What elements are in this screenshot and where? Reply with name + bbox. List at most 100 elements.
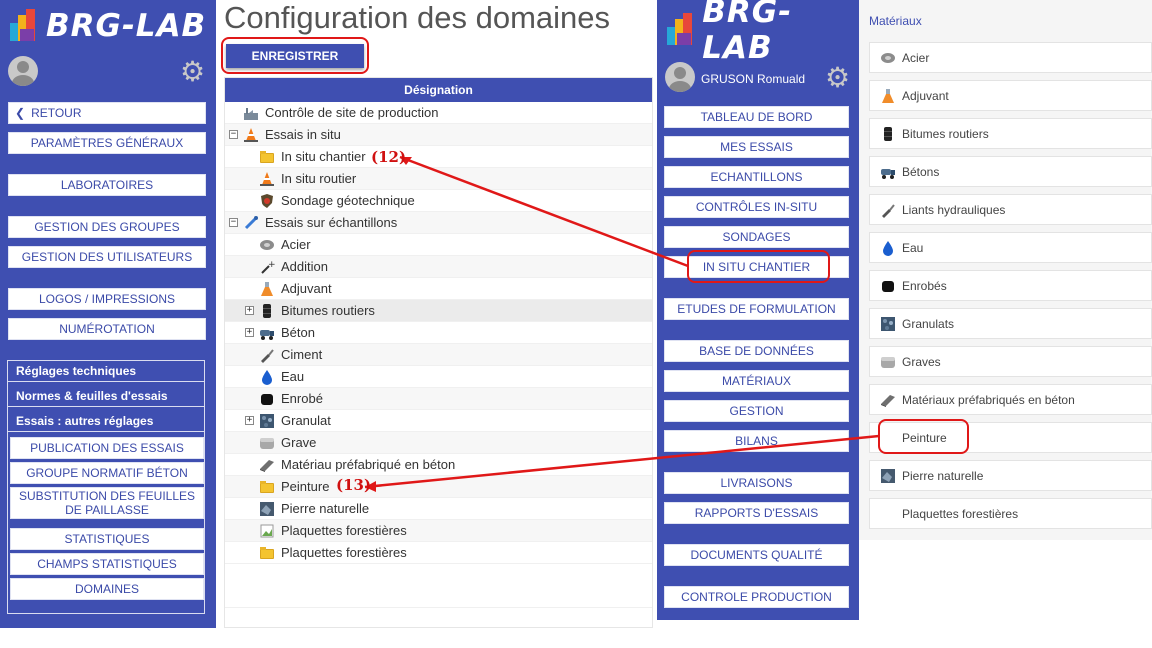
grid-row[interactable]: Plaquettes forestières xyxy=(225,520,652,542)
reports-button[interactable]: BILANS xyxy=(664,430,849,452)
stone-icon xyxy=(880,468,896,484)
grid-row-label: Contrôle de site de production xyxy=(265,105,439,120)
material-item[interactable]: Graves xyxy=(869,346,1152,377)
expand-icon[interactable]: + xyxy=(245,328,254,337)
material-item[interactable]: Granulats xyxy=(869,308,1152,339)
material-item[interactable]: Bitumes routiers xyxy=(869,118,1152,149)
expand-icon[interactable]: + xyxy=(245,416,254,425)
grid-row-label: Acier xyxy=(281,237,311,252)
grid-row-label: Plaquettes forestières xyxy=(281,545,407,560)
flask-icon xyxy=(259,281,275,297)
avatar[interactable] xyxy=(8,56,38,86)
trowel-icon xyxy=(880,202,896,218)
management-button[interactable]: GESTION xyxy=(664,400,849,422)
slab-icon xyxy=(259,457,275,473)
drop-icon xyxy=(259,369,275,385)
concrete-standard-group-button[interactable]: GROUPE NORMATIF BÉTON xyxy=(10,462,204,484)
stone-icon xyxy=(259,501,275,517)
dashboard-button[interactable]: TABLEAU DE BORD xyxy=(664,106,849,128)
annotation-label-13: (13) xyxy=(336,476,372,494)
grid-row[interactable]: In situ chantier xyxy=(225,146,652,168)
grid-row[interactable]: Eau xyxy=(225,366,652,388)
grid-row-label: Ciment xyxy=(281,347,323,362)
avatar-2[interactable] xyxy=(665,62,695,92)
grid-row[interactable]: − Essais in situ xyxy=(225,124,652,146)
formulation-studies-button[interactable]: ETUDES DE FORMULATION xyxy=(664,298,849,320)
material-item[interactable]: Enrobés xyxy=(869,270,1152,301)
other-settings-header[interactable]: Essais : autres réglages xyxy=(8,410,204,432)
users-management-button[interactable]: GESTION DES UTILISATEURS xyxy=(8,246,206,268)
insitu-controls-button[interactable]: CONTRÔLES IN-SITU xyxy=(664,196,849,218)
grid-row[interactable]: − Essais sur échantillons xyxy=(225,212,652,234)
column-header-designation[interactable]: Désignation xyxy=(225,78,652,102)
domains-grid: Désignation Contrôle de site de producti… xyxy=(224,77,653,628)
database-button[interactable]: BASE DE DONNÉES xyxy=(664,340,849,362)
material-item[interactable]: Bétons xyxy=(869,156,1152,187)
collapse-icon[interactable]: − xyxy=(229,218,238,227)
expand-icon[interactable]: + xyxy=(245,306,254,315)
gear-icon[interactable]: ⚙ xyxy=(180,58,205,86)
publication-button[interactable]: PUBLICATION DES ESSAIS xyxy=(10,437,204,459)
my-tests-button[interactable]: MES ESSAIS xyxy=(664,136,849,158)
grid-row[interactable]: In situ routier xyxy=(225,168,652,190)
grid-row[interactable]: Pierre naturelle xyxy=(225,498,652,520)
material-item[interactable]: Liants hydrauliques xyxy=(869,194,1152,225)
grid-empty-row xyxy=(225,564,652,608)
grid-row[interactable]: + Granulat xyxy=(225,410,652,432)
grid-row[interactable]: Grave xyxy=(225,432,652,454)
broken-image-icon xyxy=(259,523,275,539)
grid-row[interactable]: Plaquettes forestières xyxy=(225,542,652,564)
material-item[interactable]: Adjuvant xyxy=(869,80,1152,111)
quality-documents-button[interactable]: DOCUMENTS QUALITÉ xyxy=(664,544,849,566)
material-item[interactable]: Pierre naturelle xyxy=(869,460,1152,491)
grid-body: Contrôle de site de production − Essais in… xyxy=(225,102,652,608)
material-item[interactable]: Matériaux préfabriqués en béton xyxy=(869,384,1152,415)
grid-row-label: Béton xyxy=(281,325,315,340)
groups-management-button[interactable]: GESTION DES GROUPES xyxy=(8,216,206,238)
grid-row-label: Bitumes routiers xyxy=(281,303,375,318)
materials-button[interactable]: MATÉRIAUX xyxy=(664,370,849,392)
grid-row[interactable]: + Béton xyxy=(225,322,652,344)
material-item[interactable]: Acier xyxy=(869,42,1152,73)
grid-row[interactable]: Sondage géotechnique xyxy=(225,190,652,212)
grid-row[interactable]: Enrobé xyxy=(225,388,652,410)
sheet-substitution-button[interactable]: SUBSTITUTION DES FEUILLES DE PAILLASSE xyxy=(10,487,204,519)
material-item-label: Liants hydrauliques xyxy=(902,202,1006,217)
grid-row[interactable]: + Addition xyxy=(225,256,652,278)
grid-row[interactable]: Matériau préfabriqué en béton xyxy=(225,454,652,476)
surveys-button[interactable]: SONDAGES xyxy=(664,226,849,248)
grid-row[interactable]: Contrôle de site de production xyxy=(225,102,652,124)
production-control-button[interactable]: CONTROLE PRODUCTION xyxy=(664,586,849,608)
general-settings-button[interactable]: PARAMÈTRES GÉNÉRAUX xyxy=(8,132,206,154)
grid-row[interactable]: + Bitumes routiers xyxy=(225,300,652,322)
test-reports-button[interactable]: RAPPORTS D'ESSAIS xyxy=(664,502,849,524)
drop-icon xyxy=(880,240,896,256)
logos-printing-button[interactable]: LOGOS / IMPRESSIONS xyxy=(8,288,206,310)
standards-sheets-header[interactable]: Normes & feuilles d'essais xyxy=(8,385,204,407)
grid-row[interactable]: Acier xyxy=(225,234,652,256)
back-button[interactable]: ❮ RETOUR xyxy=(8,102,206,124)
laboratories-button[interactable]: LABORATOIRES xyxy=(8,174,206,196)
grid-row-label: Pierre naturelle xyxy=(281,501,370,516)
material-item-label: Bitumes routiers xyxy=(902,126,989,141)
material-item[interactable]: Eau xyxy=(869,232,1152,263)
grid-row[interactable]: Peinture xyxy=(225,476,652,498)
technical-settings-header[interactable]: Réglages techniques xyxy=(8,360,204,382)
samples-button[interactable]: ECHANTILLONS xyxy=(664,166,849,188)
collapse-icon[interactable]: − xyxy=(229,130,238,139)
grid-row[interactable]: Ciment xyxy=(225,344,652,366)
shield-icon xyxy=(259,193,275,209)
material-item[interactable]: Plaquettes forestières xyxy=(869,498,1152,529)
steel-icon xyxy=(880,50,896,66)
peinture-highlight xyxy=(878,419,969,454)
gear-icon[interactable]: ⚙ xyxy=(825,64,850,92)
annotation-label-12: (12) xyxy=(371,148,407,166)
steel-icon xyxy=(259,237,275,253)
numbering-button[interactable]: NUMÉROTATION xyxy=(8,318,206,340)
statistics-button[interactable]: STATISTIQUES xyxy=(10,528,204,550)
domains-button[interactable]: DOMAINES xyxy=(10,578,204,600)
material-item-label: Bétons xyxy=(902,164,940,179)
grid-row[interactable]: Adjuvant xyxy=(225,278,652,300)
statistics-fields-button[interactable]: CHAMPS STATISTIQUES xyxy=(10,553,204,575)
deliveries-button[interactable]: LIVRAISONS xyxy=(664,472,849,494)
